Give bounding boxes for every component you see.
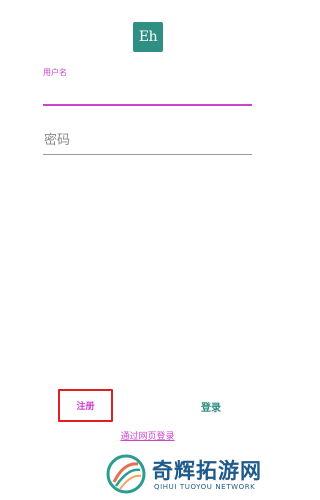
app-logo: Eh — [133, 22, 163, 52]
username-input[interactable] — [43, 82, 252, 106]
login-screen: Eh 用户名 注册 登录 通过网页登录 奇辉拓游网 QIHUI TUOYOU N… — [0, 0, 295, 500]
watermark-subtitle: QIHUI TUOYOU NETWORK — [154, 483, 256, 491]
login-button[interactable]: 登录 — [188, 396, 234, 416]
password-input[interactable] — [43, 130, 252, 155]
username-group: 用户名 — [43, 68, 252, 106]
register-button[interactable]: 注册 — [58, 389, 113, 422]
watermark-title: 奇辉拓游网 — [152, 459, 262, 483]
app-logo-text: Eh — [138, 29, 158, 45]
username-label: 用户名 — [43, 68, 67, 77]
watermark: 奇辉拓游网 QIHUI TUOYOU NETWORK — [96, 448, 295, 500]
web-login-link[interactable]: 通过网页登录 — [0, 429, 295, 442]
watermark-logo-icon — [106, 454, 146, 494]
